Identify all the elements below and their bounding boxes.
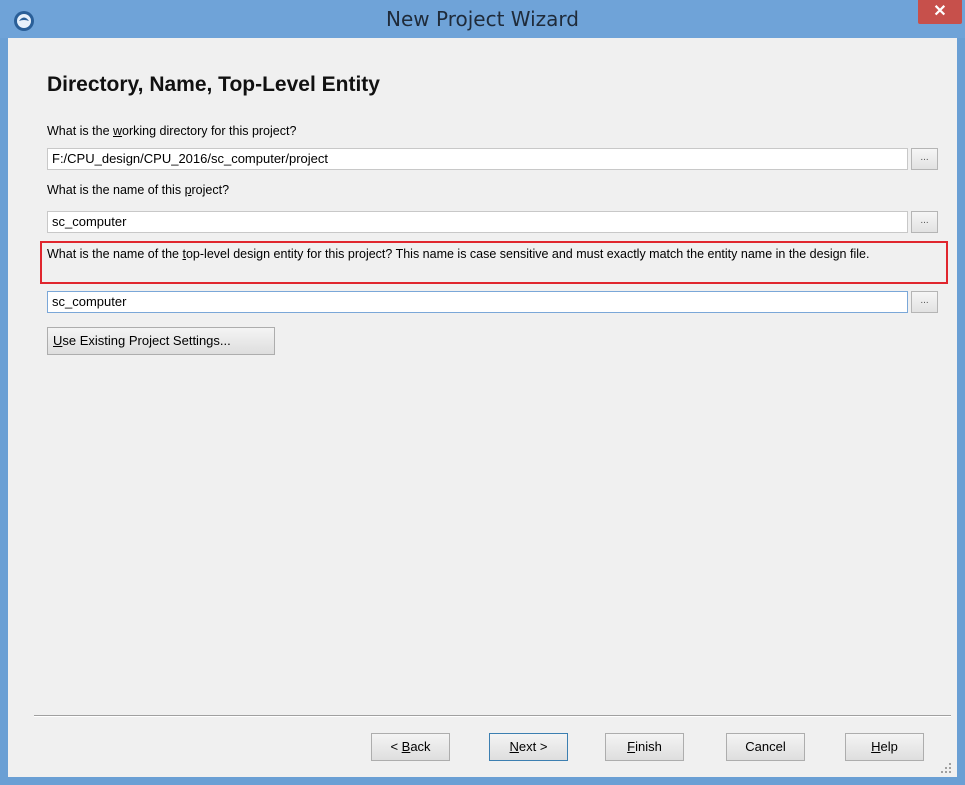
back-button[interactable]: < Back <box>371 733 450 761</box>
working-directory-label: What is the working directory for this p… <box>47 124 297 138</box>
cancel-button[interactable]: Cancel <box>726 733 805 761</box>
resize-grip-icon[interactable] <box>940 762 952 774</box>
footer-separator <box>34 715 951 717</box>
next-button[interactable]: Next > <box>489 733 568 761</box>
close-button[interactable]: ✕ <box>918 0 962 24</box>
help-button[interactable]: Help <box>845 733 924 761</box>
working-directory-input[interactable]: F:/CPU_design/CPU_2016/sc_computer/proje… <box>47 148 908 170</box>
wizard-content: Directory, Name, Top-Level Entity What i… <box>8 38 957 777</box>
project-name-label: What is the name of this project? <box>47 183 230 197</box>
browse-directory-button[interactable]: ... <box>911 148 938 170</box>
browse-project-name-button[interactable]: ... <box>911 211 938 233</box>
new-project-wizard-window: New Project Wizard ✕ Directory, Name, To… <box>0 0 965 785</box>
top-level-entity-input[interactable]: sc_computer <box>47 291 908 313</box>
use-existing-project-settings-button[interactable]: Use Existing Project Settings... <box>47 327 275 355</box>
finish-button[interactable]: Finish <box>605 733 684 761</box>
browse-top-level-entity-button[interactable]: ... <box>911 291 938 313</box>
title-bar[interactable]: New Project Wizard ✕ <box>0 0 965 38</box>
top-level-entity-label: What is the name of the top-level design… <box>47 247 870 261</box>
project-name-input[interactable]: sc_computer <box>47 211 908 233</box>
close-icon: ✕ <box>933 3 947 20</box>
window-title: New Project Wizard <box>386 7 579 31</box>
page-title: Directory, Name, Top-Level Entity <box>47 73 380 96</box>
